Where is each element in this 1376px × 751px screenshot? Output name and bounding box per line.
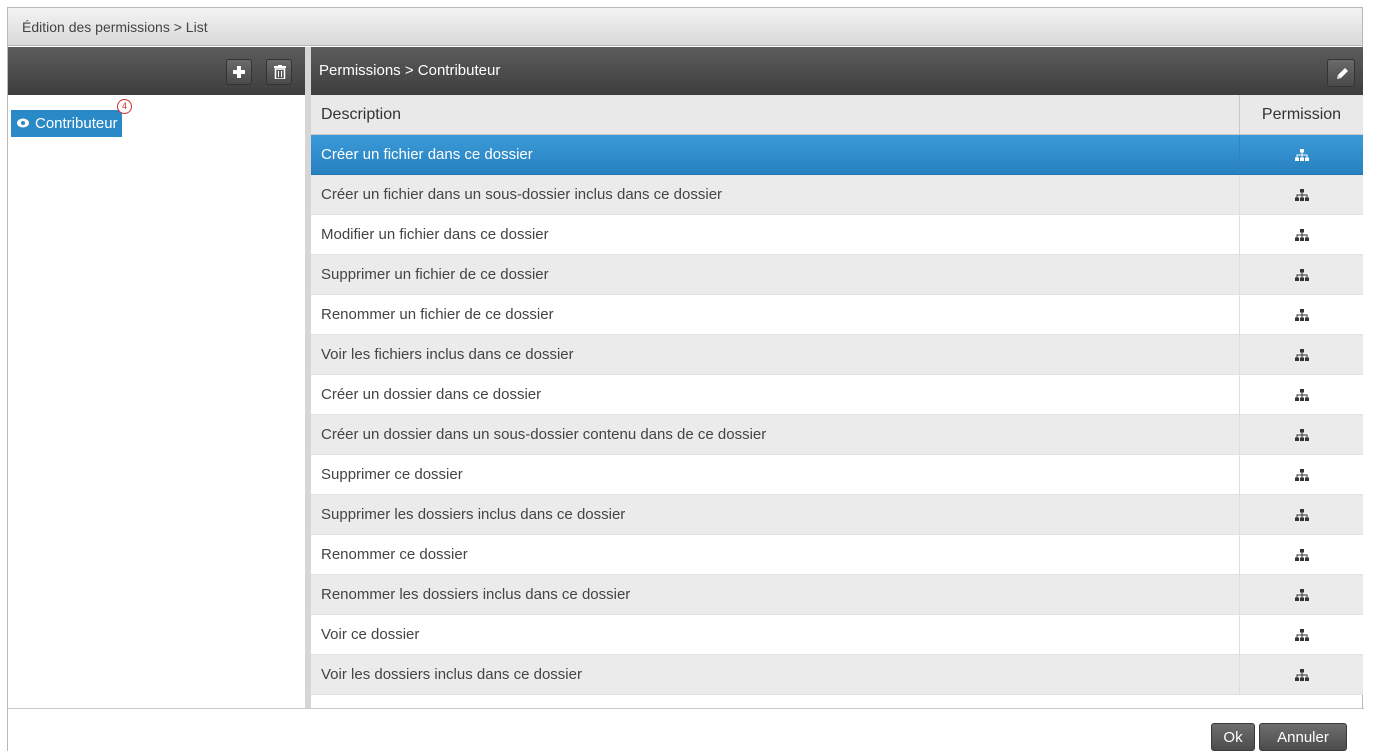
row-description: Supprimer les dossiers inclus dans ce do… (311, 495, 1240, 534)
row-permission[interactable] (1240, 175, 1363, 214)
notification-badge: 4 (117, 99, 132, 114)
row-description: Supprimer un fichier de ce dossier (311, 255, 1240, 294)
hierarchy-icon (1294, 548, 1309, 561)
hierarchy-icon (1294, 628, 1309, 641)
row-description: Modifier un fichier dans ce dossier (311, 215, 1240, 254)
table-body: Créer un fichier dans ce dossier Créer un… (311, 135, 1363, 695)
hierarchy-icon (1294, 308, 1309, 321)
row-description: Voir les fichiers inclus dans ce dossier (311, 335, 1240, 374)
hierarchy-icon (1294, 508, 1309, 521)
row-description: Renommer un fichier de ce dossier (311, 295, 1240, 334)
permissions-table: Description Permission Créer un fichier … (311, 95, 1363, 695)
row-permission[interactable] (1240, 295, 1363, 334)
hierarchy-icon (1294, 348, 1309, 361)
permissions-breadcrumb: Permissions > Contributeur (319, 62, 501, 79)
row-description: Créer un dossier dans ce dossier (311, 375, 1240, 414)
delete-role-button[interactable] (266, 59, 292, 85)
row-description: Renommer les dossiers inclus dans ce dos… (311, 575, 1240, 614)
hierarchy-icon (1294, 148, 1309, 161)
role-item-contributeur[interactable]: Contributeur (11, 110, 122, 137)
row-permission[interactable] (1240, 535, 1363, 574)
table-row[interactable]: Renommer les dossiers inclus dans ce dos… (311, 575, 1363, 615)
row-permission[interactable] (1240, 335, 1363, 374)
row-permission[interactable] (1240, 375, 1363, 414)
row-permission[interactable] (1240, 255, 1363, 294)
hierarchy-icon (1294, 228, 1309, 241)
ok-button[interactable]: Ok (1211, 723, 1255, 751)
roles-tree: Contributeur (8, 95, 305, 708)
add-role-button[interactable] (226, 59, 252, 85)
column-header-permission[interactable]: Permission (1240, 95, 1363, 134)
table-row[interactable]: Voir les fichiers inclus dans ce dossier (311, 335, 1363, 375)
table-row[interactable]: Supprimer les dossiers inclus dans ce do… (311, 495, 1363, 535)
table-row[interactable]: Supprimer un fichier de ce dossier (311, 255, 1363, 295)
window-title: Édition des permissions > List (8, 8, 1362, 46)
hierarchy-icon (1294, 468, 1309, 481)
row-permission[interactable] (1240, 455, 1363, 494)
hierarchy-icon (1294, 268, 1309, 281)
dialog-footer: Ok Annuler (8, 708, 1364, 751)
hierarchy-icon (1294, 188, 1309, 201)
hierarchy-icon (1294, 668, 1309, 681)
row-permission[interactable] (1240, 655, 1363, 694)
table-header: Description Permission (311, 95, 1363, 135)
edit-button[interactable] (1327, 59, 1355, 87)
row-description: Créer un dossier dans un sous-dossier co… (311, 415, 1240, 454)
pencil-icon (1337, 68, 1348, 79)
table-row[interactable]: Modifier un fichier dans ce dossier (311, 215, 1363, 255)
table-row[interactable]: Voir ce dossier (311, 615, 1363, 655)
hierarchy-icon (1294, 588, 1309, 601)
table-row[interactable]: Renommer un fichier de ce dossier (311, 295, 1363, 335)
row-permission[interactable] (1240, 215, 1363, 254)
roles-toolbar (8, 47, 305, 95)
table-row[interactable]: Renommer ce dossier (311, 535, 1363, 575)
row-description: Renommer ce dossier (311, 535, 1240, 574)
plus-icon (233, 66, 245, 78)
permissions-header: Permissions > Contributeur (311, 47, 1363, 95)
role-label: Contributeur (35, 115, 118, 132)
table-row[interactable]: Supprimer ce dossier (311, 455, 1363, 495)
row-description: Créer un fichier dans ce dossier (311, 135, 1240, 174)
row-permission[interactable] (1240, 575, 1363, 614)
table-row[interactable]: Voir les dossiers inclus dans ce dossier (311, 655, 1363, 695)
table-row[interactable]: Créer un dossier dans un sous-dossier co… (311, 415, 1363, 455)
row-description: Supprimer ce dossier (311, 455, 1240, 494)
row-description: Voir ce dossier (311, 615, 1240, 654)
cancel-button[interactable]: Annuler (1259, 723, 1347, 751)
role-icon (17, 118, 29, 128)
permissions-dialog: Édition des permissions > List Contribut… (7, 7, 1364, 751)
row-description: Voir les dossiers inclus dans ce dossier (311, 655, 1240, 694)
column-header-description[interactable]: Description (311, 95, 1240, 134)
row-permission[interactable] (1240, 495, 1363, 534)
row-description: Créer un fichier dans un sous-dossier in… (311, 175, 1240, 214)
hierarchy-icon (1294, 388, 1309, 401)
row-permission[interactable] (1240, 615, 1363, 654)
table-row[interactable]: Créer un dossier dans ce dossier (311, 375, 1363, 415)
row-permission[interactable] (1240, 415, 1363, 454)
hierarchy-icon (1294, 428, 1309, 441)
row-permission[interactable] (1240, 135, 1363, 174)
table-row[interactable]: Créer un fichier dans un sous-dossier in… (311, 175, 1363, 215)
trash-icon (274, 65, 286, 79)
table-row[interactable]: Créer un fichier dans ce dossier (311, 135, 1363, 175)
